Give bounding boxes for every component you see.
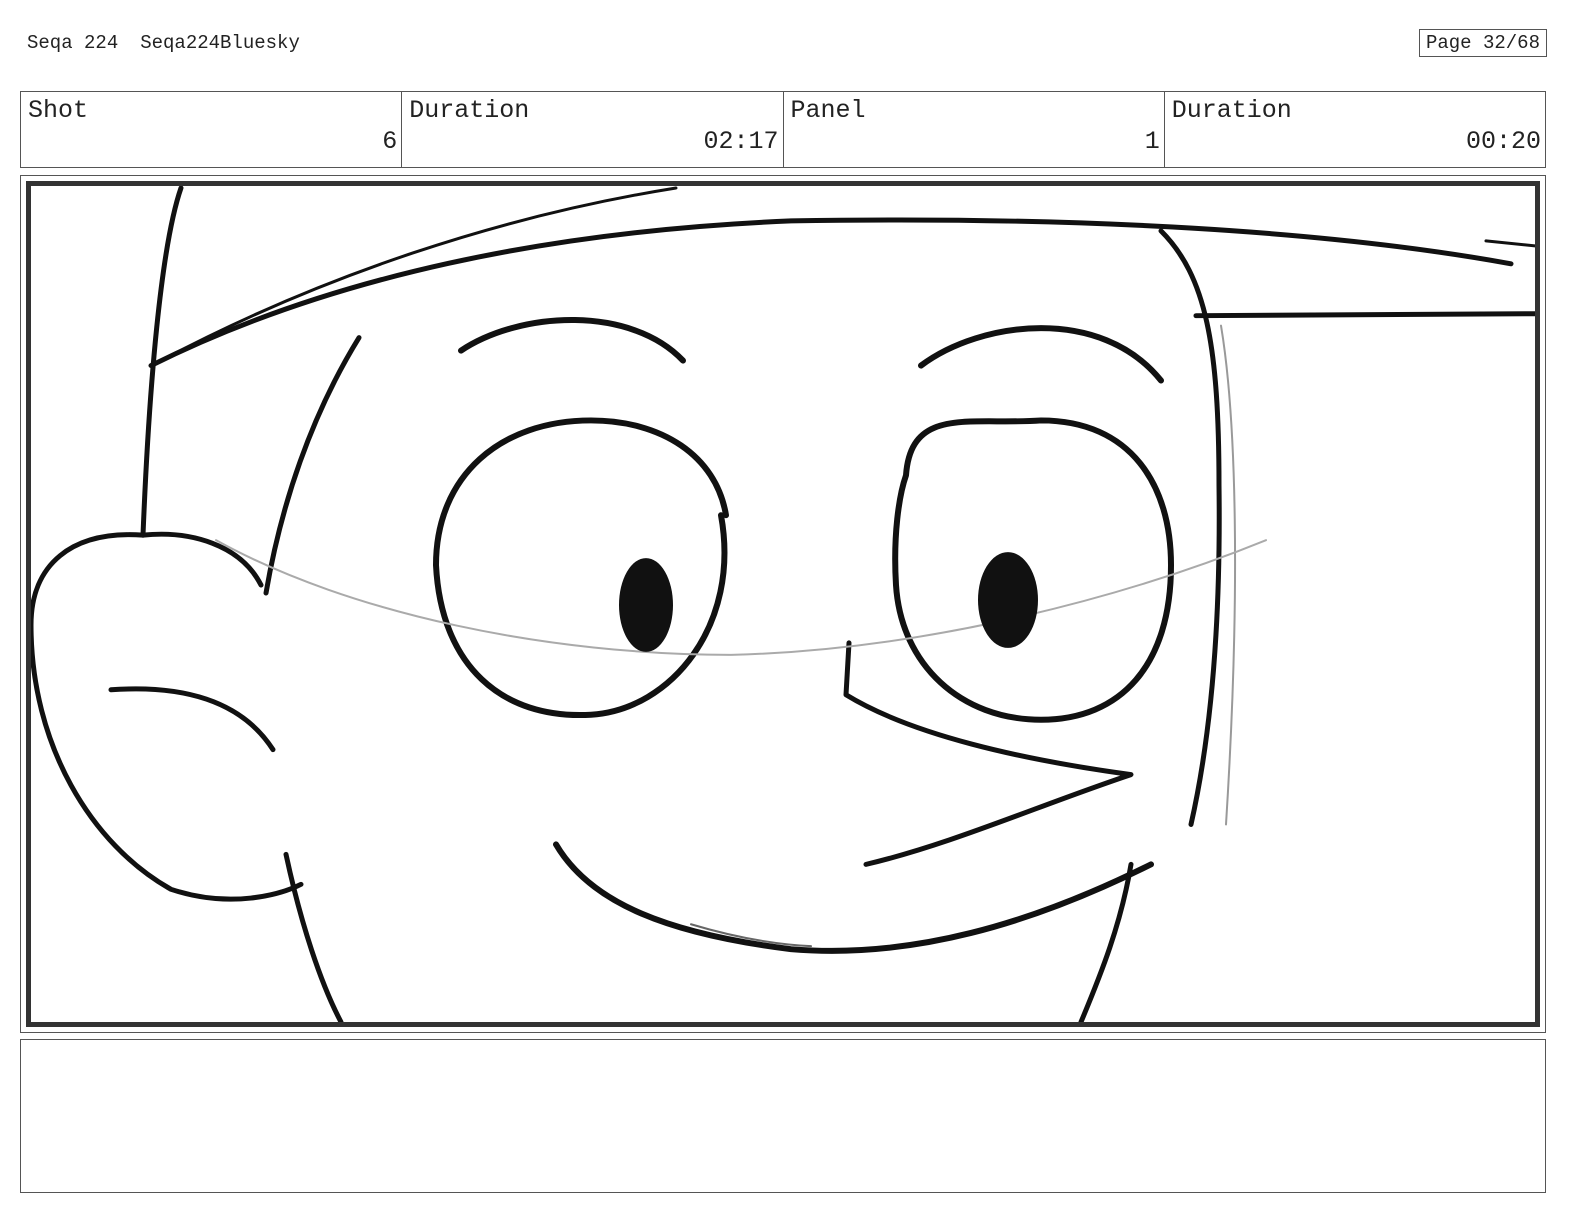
shot-cell: Shot 6 [21, 92, 403, 167]
panel-duration-value: 00:20 [1465, 127, 1541, 156]
panel-cell: Panel 1 [784, 92, 1165, 167]
storyboard-frame [20, 175, 1546, 1033]
shot-info-table: Shot 6 Duration 02:17 Panel 1 Duration 0… [20, 91, 1546, 168]
character-sketch [31, 186, 1535, 1022]
sequence-label: Seqa 224 [27, 32, 119, 54]
sequence-name: Seqa224Bluesky [140, 32, 300, 54]
shot-duration-cell: Duration 02:17 [402, 92, 784, 167]
header-sequence: Seqa 224 Seqa224Bluesky [27, 32, 322, 54]
panel-duration-cell: Duration 00:20 [1165, 92, 1545, 167]
shot-label: Shot [28, 96, 89, 125]
panel-label: Panel [790, 96, 866, 125]
shot-duration-value: 02:17 [703, 127, 779, 156]
shot-value: 6 [382, 127, 398, 156]
storyboard-panel [26, 181, 1540, 1027]
panel-value: 1 [1144, 127, 1160, 156]
panel-duration-label: Duration [1171, 96, 1292, 125]
page-number: Page 32/68 [1418, 29, 1547, 57]
panel-notes [20, 1039, 1546, 1193]
shot-duration-label: Duration [409, 96, 530, 125]
